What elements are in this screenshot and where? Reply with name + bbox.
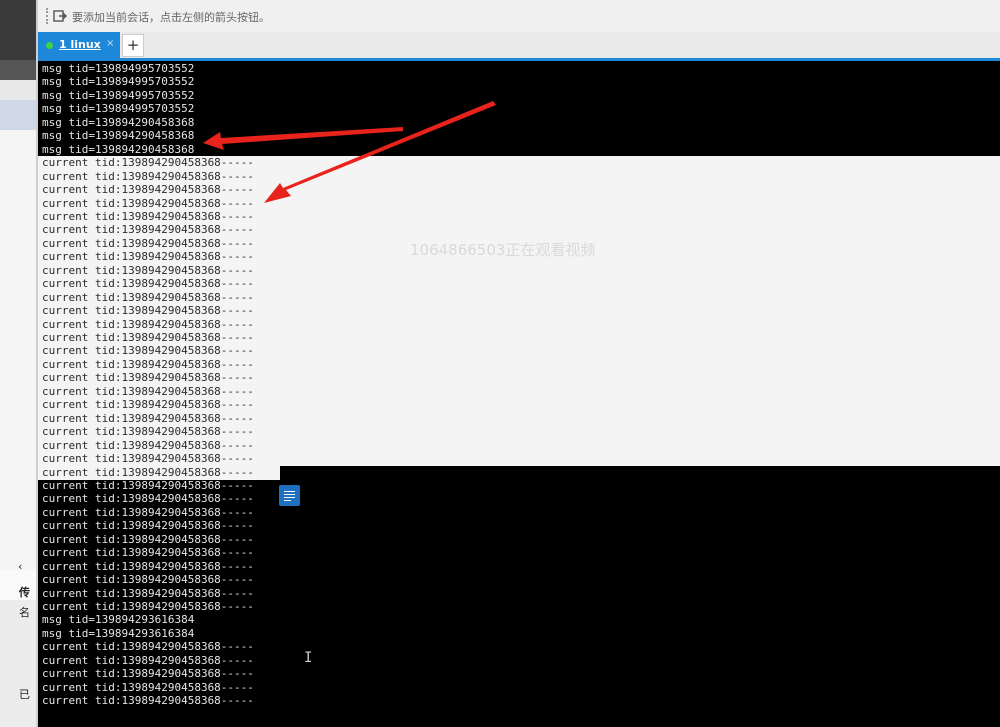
terminal-line: msg tid=139894293616384 [42,613,195,627]
terminal-line: current tid:139894290458368----- [42,586,254,600]
terminal-line: current tid:139894290458368----- [42,694,254,708]
terminal-line: current tid:139894290458368----- [42,156,254,170]
terminal-line: msg tid=139894290458368 [42,142,195,156]
sidebar-label-name: 名 [19,606,30,619]
terminal-line: current tid:139894290458368----- [42,559,254,573]
terminal-line: current tid:139894290458368----- [42,398,254,412]
terminal-line: current tid:139894290458368----- [42,169,254,183]
terminal-line: current tid:139894290458368----- [42,357,254,371]
terminal-line: msg tid=139894995703552 [42,88,195,102]
tab-close-icon[interactable]: × [106,38,114,49]
terminal-line: current tid:139894290458368----- [42,640,254,654]
terminal-line: current tid:139894290458368----- [42,317,254,331]
terminal-line: current tid:139894290458368----- [42,209,254,223]
terminal-line: current tid:139894290458368----- [42,546,254,560]
terminal-line: current tid:139894290458368----- [42,519,254,533]
terminal-output[interactable]: msg tid=139894995703552 msg tid=139894995… [38,61,1000,727]
terminal-line: msg tid=139894995703552 [42,75,195,89]
tab-linux[interactable]: 1 linux × [38,32,120,58]
terminal-line: current tid:139894290458368----- [42,236,254,250]
terminal-line: current tid:139894290458368----- [42,600,254,613]
terminal-line: current tid:139894290458368----- [42,290,254,304]
terminal-line: current tid:139894290458368----- [42,478,254,492]
terminal-line: current tid:139894290458368----- [42,250,254,264]
terminal-line: current tid:139894290458368----- [42,505,254,519]
terminal-line: current tid:139894290458368----- [42,304,254,318]
terminal-line: current tid:139894290458368----- [42,371,254,385]
terminal-line: current tid:139894290458368----- [42,277,254,291]
terminal-line: current tid:139894290458368----- [42,492,254,506]
terminal-line: current tid:139894290458368----- [42,223,254,237]
terminal-line: msg tid=139894995703552 [42,102,195,116]
sidebar-label-done: 已 [19,688,30,701]
terminal-line: current tid:139894290458368----- [42,263,254,277]
terminal-line: current tid:139894290458368----- [42,438,254,452]
terminal-line: current tid:139894290458368----- [42,573,254,587]
terminal-line: msg tid=139894290458368 [42,129,195,143]
terminal-line: current tid:139894290458368----- [42,425,254,439]
sidebar-collapse-icon[interactable]: ‹ [18,560,22,573]
tab-label: 1 linux [59,38,101,51]
terminal-line: current tid:139894290458368----- [42,452,254,466]
viewer-watermark: 1064866503正在观看视频 [410,241,596,259]
terminal-line: msg tid=139894995703552 [42,62,195,75]
sidebar-label-transfer: 传 [19,586,30,599]
new-tab-button[interactable]: + [122,34,144,57]
terminal-line: current tid:139894290458368----- [42,196,254,210]
command-hint[interactable]: 要添加当前会话，点击左侧的箭头按钮。 [72,9,270,25]
terminal-line: current tid:139894290458368----- [42,411,254,425]
command-bar: 要添加当前会话，点击左侧的箭头按钮。 [38,0,1000,33]
terminal-line: current tid:139894290458368----- [42,653,254,667]
terminal-line: msg tid=139894290458368 [42,115,195,129]
terminal-line: current tid:139894290458368----- [42,344,254,358]
terminal-line: current tid:139894290458368----- [42,532,254,546]
notes-icon[interactable] [279,485,300,506]
terminal-line: msg tid=139894293616384 [42,626,195,640]
terminal-line: current tid:139894290458368----- [42,384,254,398]
terminal-line: current tid:139894290458368----- [42,680,254,694]
terminal-line: current tid:139894290458368----- [42,667,254,681]
session-sidebar: ‹ 传 名 已 [0,0,38,727]
terminal-line: current tid:139894290458368----- [42,465,254,479]
tab-bar: 1 linux × + [38,32,1000,61]
terminal-line: current tid:139894290458368----- [42,183,254,197]
terminal-line: current tid:139894290458368----- [42,331,254,344]
connected-status-icon [46,42,53,49]
send-to-session-icon[interactable] [53,9,67,23]
text-cursor-icon: I [304,650,313,666]
toolbar-grip[interactable] [46,8,51,24]
